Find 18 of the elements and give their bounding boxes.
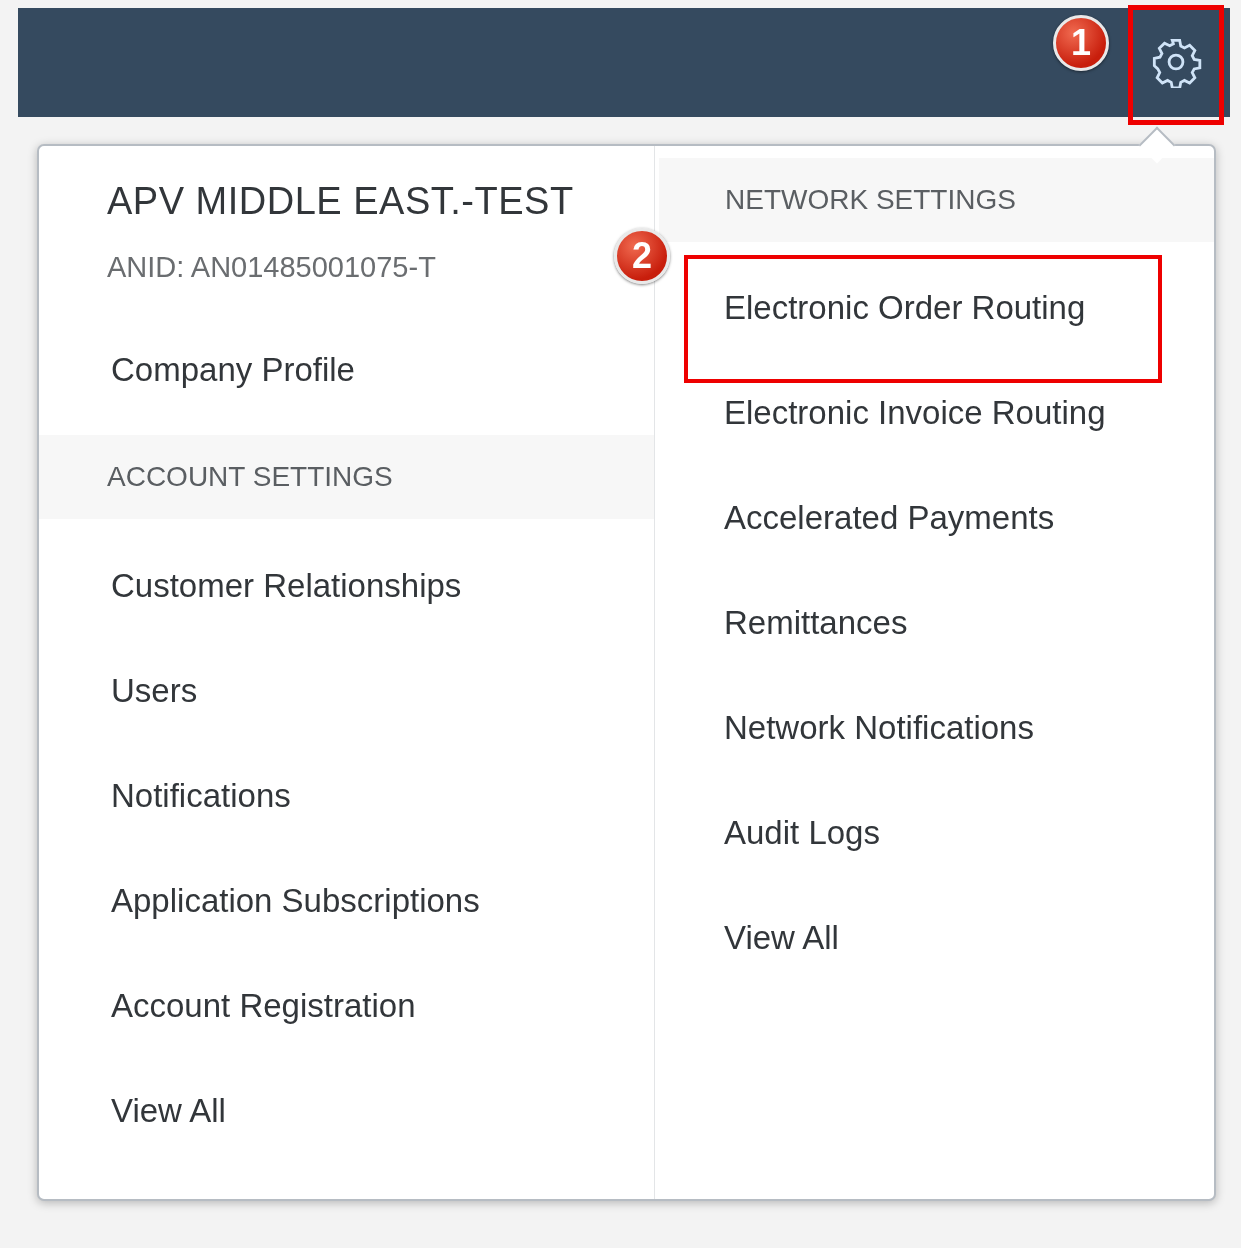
menu-item[interactable]: Accelerated Payments (684, 465, 1162, 570)
menu-item[interactable]: Customer Relationships (39, 533, 654, 638)
company-name: APV MIDDLE EAST.-TEST (106, 179, 575, 223)
section-header: ACCOUNT SETTINGS (39, 435, 654, 519)
anid-text: ANID: AN01485001075-T (107, 251, 436, 284)
menu-item[interactable]: View All (684, 885, 1162, 990)
section-header: NETWORK SETTINGS (659, 158, 1214, 242)
step-badge: 2 (614, 228, 670, 284)
settings-icon (1150, 36, 1202, 88)
menu-item[interactable]: Account Registration (39, 953, 654, 1058)
menu-item[interactable]: Notifications (39, 743, 654, 848)
menu-item[interactable]: Remittances (684, 570, 1162, 675)
menu-item[interactable]: Users (39, 638, 654, 743)
menu-item[interactable]: Network Notifications (684, 675, 1162, 780)
menu-item[interactable]: Application Subscriptions (39, 848, 654, 953)
menu-item[interactable]: View All (39, 1058, 654, 1163)
menu-item[interactable]: Audit Logs (684, 780, 1162, 885)
step-badge: 1 (1053, 15, 1109, 71)
